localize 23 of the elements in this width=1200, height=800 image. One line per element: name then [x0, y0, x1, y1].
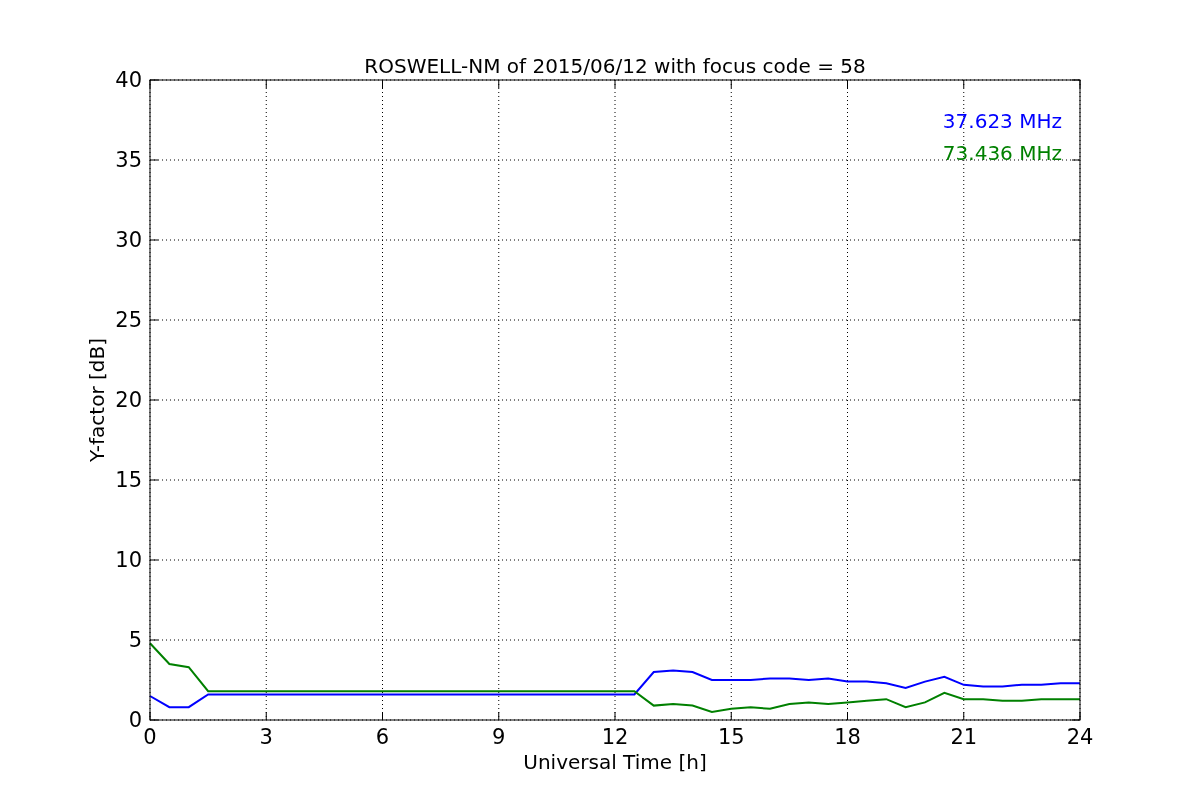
chart-title: ROSWELL-NM of 2015/06/12 with focus code = 58 — [364, 54, 866, 78]
x-tick-label: 12 — [601, 725, 629, 749]
x-tick-label: 0 — [143, 725, 157, 749]
x-tick-label: 21 — [950, 725, 978, 749]
y-tick-label: 5 — [128, 628, 142, 652]
y-tick-label: 35 — [115, 148, 142, 172]
y-tick-label: 30 — [115, 228, 142, 252]
y-tick-label: 20 — [115, 388, 142, 412]
x-tick-label: 24 — [1066, 725, 1094, 749]
y-tick-label: 15 — [115, 468, 142, 492]
x-tick-label: 15 — [717, 725, 745, 749]
y-tick-label: 10 — [115, 548, 142, 572]
x-tick-label: 18 — [834, 725, 861, 749]
y-tick-label: 25 — [115, 308, 142, 332]
x-tick-label: 3 — [259, 725, 273, 749]
legend-label: 73.436 MHz — [942, 141, 1062, 165]
y-tick-label: 0 — [128, 708, 142, 732]
x-axis-label: Universal Time [h] — [523, 750, 707, 774]
legend-label: 37.623 MHz — [942, 109, 1062, 133]
x-tick-label: 6 — [375, 725, 390, 749]
y-axis-label: Y-factor [dB] — [85, 338, 109, 462]
y-tick-label: 40 — [115, 68, 142, 92]
x-tick-label: 9 — [492, 725, 506, 749]
